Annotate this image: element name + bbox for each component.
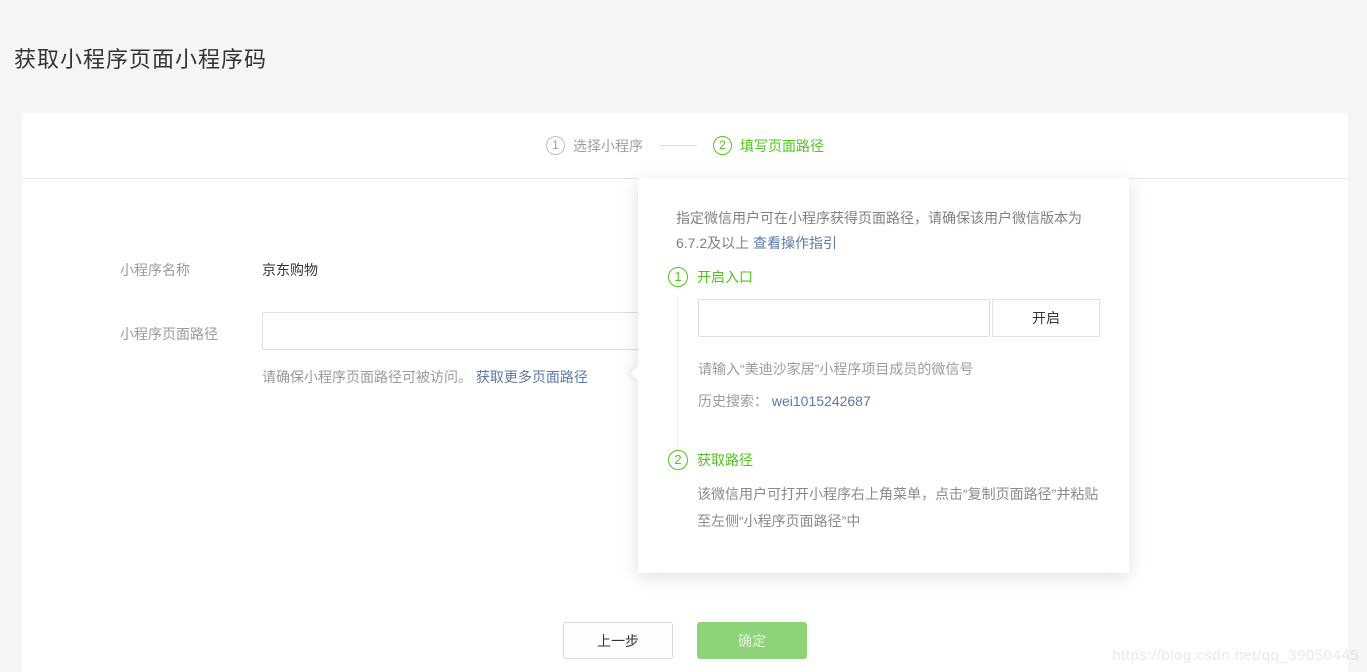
stepper-header: 1 选择小程序 2 填写页面路径 bbox=[22, 113, 1348, 179]
popover-step-1-circle: 1 bbox=[668, 267, 688, 287]
popover-step-connector-line bbox=[677, 299, 678, 449]
weixin-id-input[interactable] bbox=[698, 299, 990, 337]
popover-step-2-title: 获取路径 bbox=[697, 450, 753, 470]
get-more-paths-link[interactable]: 获取更多页面路径 bbox=[476, 369, 588, 385]
popover-intro: 指定微信用户可在小程序获得页面路径，请确保该用户微信版本为6.7.2及以上 查看… bbox=[676, 206, 1100, 256]
popover-step-2-circle: 2 bbox=[668, 450, 688, 470]
step-2-label: 填写页面路径 bbox=[740, 136, 824, 156]
stepper-connector-line bbox=[659, 145, 697, 146]
miniprogram-name-label: 小程序名称 bbox=[120, 260, 190, 280]
step-1-label: 选择小程序 bbox=[573, 136, 643, 156]
history-search-value-link[interactable]: wei1015242687 bbox=[772, 393, 871, 409]
popover-step-2-description: 该微信用户可打开小程序右上角菜单，点击“复制页面路径”并粘贴至左侧“小程序页面路… bbox=[697, 481, 1101, 535]
miniprogram-name-value: 京东购物 bbox=[262, 260, 318, 280]
page-title: 获取小程序页面小程序码 bbox=[14, 42, 267, 74]
page-path-label: 小程序页面路径 bbox=[120, 324, 218, 344]
popover-step-1-title: 开启入口 bbox=[697, 267, 753, 287]
step-1-circle: 1 bbox=[546, 136, 565, 155]
weixin-id-hint: 请输入“美迪沙家居”小程序项目成员的微信号 bbox=[698, 359, 973, 379]
popover-intro-text: 指定微信用户可在小程序获得页面路径，请确保该用户微信版本为6.7.2及以上 bbox=[676, 210, 1082, 251]
step-2-circle: 2 bbox=[713, 136, 732, 155]
weixin-id-input-group: 开启 bbox=[698, 299, 1100, 337]
confirm-button[interactable]: 确定 bbox=[697, 622, 807, 659]
path-hint-text: 请确保小程序页面路径可被访问。 bbox=[262, 369, 472, 385]
popover-step-2-heading: 2 获取路径 bbox=[668, 450, 753, 470]
previous-step-button[interactable]: 上一步 bbox=[563, 622, 673, 659]
path-hint: 请确保小程序页面路径可被访问。 获取更多页面路径 bbox=[262, 367, 588, 387]
step-select-miniprogram: 1 选择小程序 bbox=[546, 136, 643, 156]
view-guide-link[interactable]: 查看操作指引 bbox=[753, 235, 837, 251]
page-path-help-popover: 指定微信用户可在小程序获得页面路径，请确保该用户微信版本为6.7.2及以上 查看… bbox=[638, 178, 1129, 573]
open-entry-button[interactable]: 开启 bbox=[992, 299, 1100, 337]
popover-step-1-heading: 1 开启入口 bbox=[668, 267, 753, 287]
step-fill-page-path: 2 填写页面路径 bbox=[713, 136, 824, 156]
page-path-input[interactable] bbox=[262, 312, 682, 350]
stepper: 1 选择小程序 2 填写页面路径 bbox=[546, 136, 824, 156]
csdn-watermark: https://blog.csdn.net/qq_39050445 bbox=[1112, 647, 1359, 664]
history-search-label: 历史搜索： bbox=[698, 393, 768, 409]
history-search-row: 历史搜索： wei1015242687 bbox=[698, 391, 871, 411]
